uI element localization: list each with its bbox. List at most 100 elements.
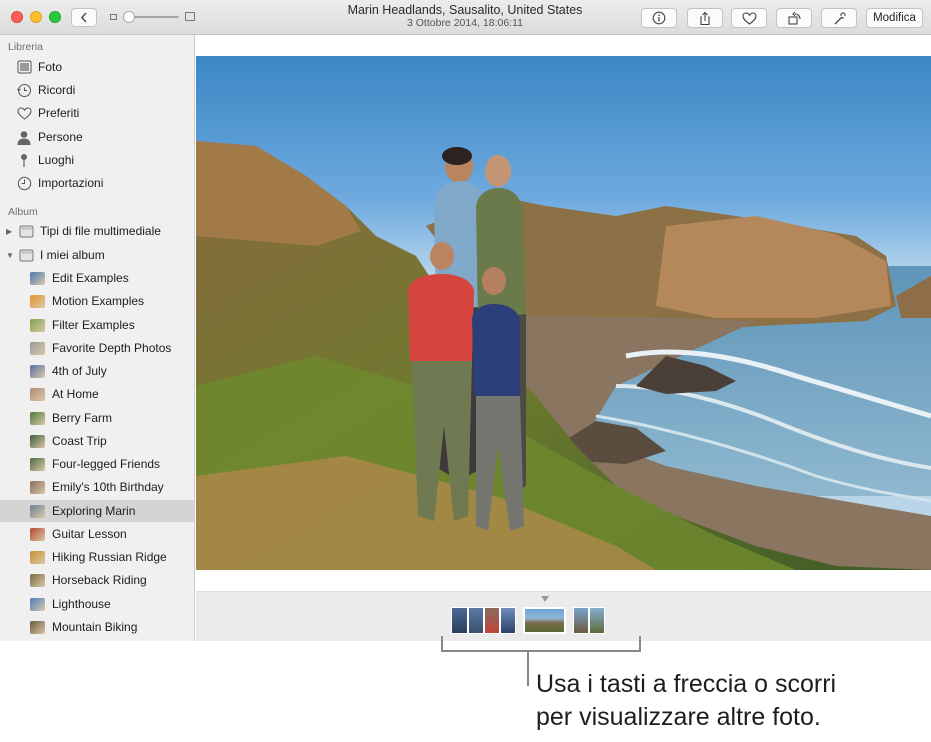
sidebar-album-label: 4th of July — [52, 364, 107, 378]
sidebar-item-preferiti[interactable]: Preferiti — [0, 102, 194, 124]
sidebar-album-item[interactable]: Exploring Marin — [0, 500, 194, 522]
favorite-button[interactable] — [731, 8, 767, 28]
sidebar-album-label: Hiking Russian Ridge — [52, 550, 167, 564]
window-title: Marin Headlands, Sausalito, United State… — [347, 3, 583, 17]
album-thumbnail-icon — [30, 364, 45, 378]
sidebar-album-item[interactable]: Edit Examples — [0, 267, 194, 289]
heart-icon — [741, 11, 757, 25]
folder-icon — [18, 247, 34, 263]
sidebar-album-label: Four-legged Friends — [52, 457, 161, 471]
main-photo[interactable] — [196, 56, 931, 570]
sidebar-album-item[interactable]: 4th of July — [0, 360, 194, 382]
info-icon — [652, 11, 666, 25]
album-thumbnail-icon — [30, 318, 45, 332]
family-figures — [408, 147, 526, 531]
window-subtitle: 3 Ottobre 2014, 18:06:11 — [407, 17, 523, 29]
filmstrip-thumb[interactable] — [500, 607, 516, 634]
photo-image — [196, 141, 931, 570]
memories-icon — [16, 82, 32, 98]
callout-line — [527, 652, 529, 686]
sidebar: Libreria Foto Ricordi Preferiti Persone … — [0, 35, 195, 641]
sidebar-album-item[interactable]: Mountain Biking — [0, 616, 194, 638]
album-thumbnail-icon — [30, 457, 45, 471]
sidebar-item-label: Foto — [38, 60, 63, 74]
sidebar-album-item[interactable]: Emily's 10th Birthday — [0, 476, 194, 498]
close-window-button[interactable] — [11, 11, 23, 23]
filmstrip-thumb[interactable] — [484, 607, 500, 634]
chevron-left-icon — [80, 12, 87, 23]
filmstrip-thumb-selected[interactable] — [523, 607, 566, 634]
sidebar-album-label: Emily's 10th Birthday — [52, 480, 164, 494]
callout-bracket — [441, 636, 641, 652]
edit-button[interactable]: Modifica — [866, 8, 923, 28]
enhance-button[interactable] — [821, 8, 857, 28]
current-photo-indicator-icon — [541, 596, 549, 602]
sidebar-item-label: Persone — [38, 130, 83, 144]
sidebar-album-item[interactable]: Guitar Lesson — [0, 523, 194, 545]
minimize-window-button[interactable] — [30, 11, 42, 23]
sidebar-album-item[interactable]: Four-legged Friends — [0, 453, 194, 475]
album-thumbnail-icon — [30, 434, 45, 448]
photo-viewer[interactable] — [196, 35, 931, 591]
filmstrip-thumb[interactable] — [468, 607, 484, 634]
back-button[interactable] — [71, 8, 97, 27]
sidebar-album-item[interactable]: At Home — [0, 383, 194, 405]
album-thumbnail-icon — [30, 597, 45, 611]
person-icon — [16, 129, 32, 145]
album-thumbnail-icon — [30, 480, 45, 494]
sidebar-album-item[interactable]: Motion Examples — [0, 290, 194, 312]
magic-wand-icon — [834, 11, 846, 24]
share-button[interactable] — [687, 8, 723, 28]
sidebar-item-importazioni[interactable]: Importazioni — [0, 172, 194, 194]
sidebar-item-luoghi[interactable]: Luoghi — [0, 149, 194, 171]
sidebar-album-label: Lighthouse — [52, 597, 111, 611]
sidebar-album-label: Favorite Depth Photos — [52, 341, 172, 355]
heart-icon — [16, 105, 32, 121]
album-thumbnail-icon — [30, 550, 45, 564]
disclosure-right-icon[interactable]: ▶ — [6, 227, 16, 236]
photos-icon — [16, 59, 32, 75]
sidebar-item-label: Importazioni — [38, 176, 104, 190]
sidebar-album-item[interactable]: Berry Farm — [0, 407, 194, 429]
album-thumbnail-icon — [30, 411, 45, 425]
sidebar-item-foto[interactable]: Foto — [0, 56, 194, 78]
callout-line-1: Usa i tasti a freccia o scorri — [536, 670, 837, 698]
library-section-title: Libreria — [8, 41, 44, 53]
sidebar-group-my-albums[interactable]: ▼ I miei album — [0, 244, 194, 266]
rotate-button[interactable] — [776, 8, 812, 28]
slider-knob[interactable] — [123, 11, 135, 23]
sidebar-album-item[interactable]: Lighthouse — [0, 593, 194, 615]
sidebar-album-label: Berry Farm — [52, 411, 112, 425]
sidebar-album-item[interactable]: Horseback Riding — [0, 569, 194, 591]
sidebar-item-persone[interactable]: Persone — [0, 126, 194, 148]
sidebar-album-item[interactable]: Filter Examples — [0, 314, 194, 336]
info-button[interactable] — [641, 8, 677, 28]
filmstrip-thumb[interactable] — [589, 607, 605, 634]
album-thumbnail-icon — [30, 294, 45, 308]
sidebar-album-label: Mountain Biking — [52, 620, 138, 634]
album-thumbnail-icon — [30, 527, 45, 541]
disclosure-down-icon[interactable]: ▼ — [6, 251, 16, 260]
sidebar-album-item[interactable]: Coast Trip — [0, 430, 194, 452]
sidebar-item-ricordi[interactable]: Ricordi — [0, 79, 194, 101]
title-bar: Marin Headlands, Sausalito, United State… — [0, 0, 931, 35]
sidebar-album-item[interactable]: Favorite Depth Photos — [0, 337, 194, 359]
sidebar-album-label: Edit Examples — [52, 271, 129, 285]
sidebar-item-label: Tipi di file multimediale — [40, 224, 161, 238]
zoom-slider[interactable] — [110, 11, 196, 23]
filmstrip-thumb[interactable] — [573, 607, 589, 634]
sidebar-album-label: Coast Trip — [52, 434, 107, 448]
album-thumbnail-icon — [30, 504, 45, 518]
sidebar-album-label: At Home — [52, 387, 99, 401]
sidebar-album-item[interactable]: Hiking Russian Ridge — [0, 546, 194, 568]
sidebar-album-label: Horseback Riding — [52, 573, 147, 587]
filmstrip[interactable] — [196, 591, 931, 641]
filmstrip-thumb[interactable] — [451, 607, 468, 634]
album-section-title: Album — [8, 206, 38, 218]
sidebar-item-label: Preferiti — [38, 106, 80, 120]
sidebar-group-media-types[interactable]: ▶ Tipi di file multimediale — [0, 220, 194, 242]
fullscreen-window-button[interactable] — [49, 11, 61, 23]
pin-icon — [16, 152, 32, 168]
sidebar-album-label: Motion Examples — [52, 294, 145, 308]
small-photo-icon — [110, 14, 117, 20]
